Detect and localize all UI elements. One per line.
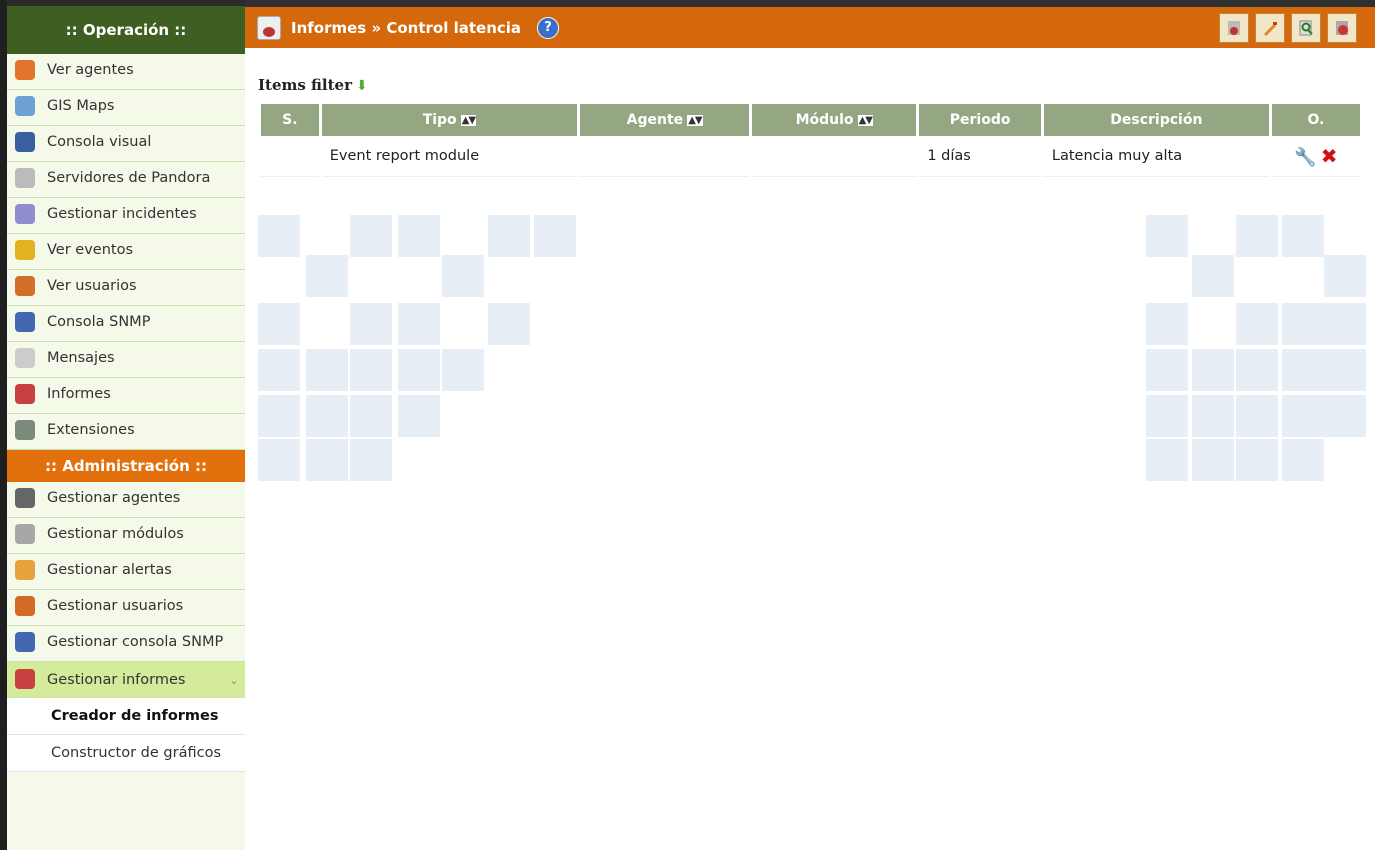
page-title: Informes » Control latencia xyxy=(291,18,522,37)
sidebar-item-gis-maps[interactable]: GIS Maps xyxy=(7,90,245,126)
sidebar-item-informes[interactable]: Informes xyxy=(7,378,245,414)
sort-icon[interactable]: ▲▼ xyxy=(857,114,873,126)
cell-modulo xyxy=(752,136,917,177)
column-agente[interactable]: Agente ▲▼ xyxy=(580,104,750,136)
main-content: Items filter ⬇ S. Tipo ▲▼ Agente ▲▼ Módulo ▲… xyxy=(258,62,1363,177)
header-toolbar xyxy=(1219,12,1357,43)
events-icon xyxy=(15,240,35,260)
sidebar-item-label: Consola visual xyxy=(47,134,152,150)
background-pattern xyxy=(258,195,1366,485)
sidebar-item-ver-eventos[interactable]: Ver eventos xyxy=(7,234,245,270)
servers-icon xyxy=(15,168,35,188)
visual-console-icon xyxy=(15,132,35,152)
sidebar-item-label: Gestionar módulos xyxy=(47,526,184,542)
snmp-console-icon xyxy=(15,312,35,332)
operacion-header: :: Operación :: xyxy=(7,0,245,54)
administracion-menu: Gestionar agentes Gestionar módulos Gestio… xyxy=(7,482,245,662)
page-header: Informes » Control latencia ? xyxy=(245,0,1375,48)
delete-icon[interactable]: ✖ xyxy=(1321,144,1338,168)
sidebar-item-gestionar-agentes[interactable]: Gestionar agentes xyxy=(7,482,245,518)
arrow-down-icon[interactable]: ⬇ xyxy=(356,78,368,94)
agents-icon xyxy=(15,60,35,80)
sidebar-item-label: Gestionar consola SNMP xyxy=(47,634,224,650)
sidebar-item-gestionar-usuarios[interactable]: Gestionar usuarios xyxy=(7,590,245,626)
administracion-header: :: Administración :: xyxy=(7,450,245,482)
sidebar-item-ver-usuarios[interactable]: Ver usuarios xyxy=(7,270,245,306)
sidebar-item-label: Gestionar alertas xyxy=(47,562,172,578)
sidebar-item-gestionar-informes[interactable]: Gestionar informes ⌄ xyxy=(7,662,245,698)
manage-reports-icon xyxy=(15,668,35,689)
column-descripcion: Descripción xyxy=(1043,104,1269,136)
manage-alerts-icon xyxy=(15,560,35,580)
sidebar-item-label: GIS Maps xyxy=(47,98,115,114)
reports-header-icon xyxy=(257,15,281,40)
report-items-table: S. Tipo ▲▼ Agente ▲▼ Módulo ▲▼ Periodo Desc… xyxy=(258,104,1363,177)
sidebar-item-label: Gestionar incidentes xyxy=(47,206,197,222)
column-s: S. xyxy=(261,104,319,136)
gis-maps-icon xyxy=(15,96,35,116)
sidebar-item-label: Extensiones xyxy=(47,422,135,438)
help-icon[interactable]: ? xyxy=(537,16,560,39)
table-row: Event report module 1 días Latencia muy … xyxy=(261,136,1360,177)
submenu-item[interactable]: Constructor de gráficos xyxy=(7,735,245,772)
sidebar-item-label: Gestionar agentes xyxy=(47,490,181,506)
sidebar-item-label: Informes xyxy=(47,386,111,402)
cell-descripcion: Latencia muy alta xyxy=(1043,136,1269,177)
sidebar-item-gestionar-módulos[interactable]: Gestionar módulos xyxy=(7,518,245,554)
sidebar-item-label: Ver agentes xyxy=(47,62,134,78)
sort-icon[interactable]: ▲▼ xyxy=(687,114,703,126)
manage-modules-icon xyxy=(15,524,35,544)
operacion-menu: Ver agentes GIS Maps Consola visual Servido… xyxy=(7,54,245,450)
column-o: O. xyxy=(1271,104,1360,136)
edit-wrench-icon[interactable]: 🔧 xyxy=(1294,147,1316,168)
sidebar-item-mensajes[interactable]: Mensajes xyxy=(7,342,245,378)
sidebar-item-servidores-de-pandora[interactable]: Servidores de Pandora xyxy=(7,162,245,198)
sidebar-item-gestionar-consola-snmp[interactable]: Gestionar consola SNMP xyxy=(7,626,245,662)
sidebar-item-label: Consola SNMP xyxy=(47,314,151,330)
view-report-icon[interactable] xyxy=(1291,12,1321,43)
column-tipo[interactable]: Tipo ▲▼ xyxy=(321,104,578,136)
table-header-row: S. Tipo ▲▼ Agente ▲▼ Módulo ▲▼ Periodo Desc… xyxy=(261,104,1360,136)
cell-periodo: 1 días xyxy=(919,136,1041,177)
users-icon xyxy=(15,276,35,296)
cell-agente xyxy=(580,136,750,177)
manage-users-icon xyxy=(15,596,35,616)
chevron-down-icon[interactable]: ⌄ xyxy=(229,671,239,689)
sidebar-item-label: Servidores de Pandora xyxy=(47,170,211,186)
items-filter-label: Items filter xyxy=(258,76,353,94)
submenu: Creador de informes Constructor de gráfic… xyxy=(7,698,245,772)
sidebar-item-consola-snmp[interactable]: Consola SNMP xyxy=(7,306,245,342)
sidebar-item-consola-visual[interactable]: Consola visual xyxy=(7,126,245,162)
messages-icon xyxy=(15,348,35,368)
column-modulo[interactable]: Módulo ▲▼ xyxy=(752,104,917,136)
sidebar-item-ver-agentes[interactable]: Ver agentes xyxy=(7,54,245,90)
submenu-item[interactable]: Creador de informes xyxy=(7,698,245,735)
extensions-icon xyxy=(15,420,35,440)
sidebar-item-label: Gestionar informes xyxy=(47,671,186,688)
cell-tipo: Event report module xyxy=(321,136,578,177)
sidebar-item-extensiones[interactable]: Extensiones xyxy=(7,414,245,450)
sidebar: :: Operación :: Ver agentesGIS MapsConso… xyxy=(0,0,245,850)
edit-report-icon[interactable] xyxy=(1255,12,1285,43)
report-icon[interactable] xyxy=(1327,12,1357,43)
sort-icon[interactable]: ▲▼ xyxy=(460,114,476,126)
sidebar-item-gestionar-incidentes[interactable]: Gestionar incidentes xyxy=(7,198,245,234)
sidebar-item-label: Ver usuarios xyxy=(47,278,137,294)
sidebar-item-label: Ver eventos xyxy=(47,242,134,258)
manage-agents-icon xyxy=(15,488,35,508)
manage-snmp-icon xyxy=(15,632,35,652)
cell-operations: 🔧 ✖ xyxy=(1271,136,1360,177)
report-list-icon[interactable] xyxy=(1219,12,1249,43)
items-filter-toggle[interactable]: Items filter ⬇ xyxy=(258,76,1363,94)
sidebar-item-gestionar-alertas[interactable]: Gestionar alertas xyxy=(7,554,245,590)
cell-s xyxy=(261,136,319,177)
sidebar-item-label: Mensajes xyxy=(47,350,115,366)
sidebar-item-label: Gestionar usuarios xyxy=(47,598,184,614)
incidents-icon xyxy=(15,204,35,224)
column-periodo: Periodo xyxy=(919,104,1041,136)
reports-icon xyxy=(15,384,35,404)
